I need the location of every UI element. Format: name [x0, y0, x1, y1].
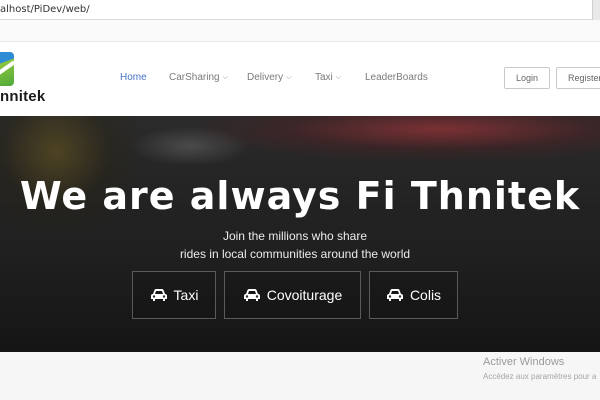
card-label: Covoiturage: [266, 287, 343, 303]
hero-subtitle: Join the millions who share: [222, 229, 368, 243]
nav-item-carsharing[interactable]: CarSharing ⌵: [169, 72, 228, 83]
register-button[interactable]: Register: [556, 67, 600, 89]
nav-item-leaderboards[interactable]: LeaderBoards: [365, 72, 428, 83]
nav-item-home[interactable]: Home: [120, 72, 147, 83]
taxi-card-button[interactable]: Taxi: [132, 271, 216, 319]
card-label: Colis: [409, 287, 442, 303]
hero-background-blur: [130, 126, 250, 166]
windows-activation-title: Activer Windows: [483, 356, 565, 368]
page-top-strip: [0, 20, 600, 42]
brand-logo-icon[interactable]: [0, 52, 14, 86]
nav-item-delivery[interactable]: Delivery ⌵: [247, 72, 291, 83]
nav-item-label: Home: [120, 72, 147, 83]
nav-item-label: LeaderBoards: [365, 72, 428, 83]
brand-name[interactable]: nnitek: [0, 88, 45, 105]
card-label: Taxi: [173, 287, 199, 303]
nav-item-label: Taxi: [315, 72, 333, 83]
chevron-down-icon: ⌵: [222, 74, 228, 81]
address-bar[interactable]: alhost/PiDev/web/: [0, 0, 600, 20]
hero-subtitle: rides in local communities around the wo…: [179, 247, 411, 261]
colis-card-button[interactable]: Colis: [369, 271, 458, 319]
covoiturage-card-button[interactable]: Covoiturage: [224, 271, 361, 319]
url-text[interactable]: alhost/PiDev/web/: [0, 4, 90, 15]
login-button[interactable]: Login: [504, 67, 550, 89]
chevron-down-icon: ⌵: [286, 74, 292, 81]
chevron-down-icon: ⌵: [335, 74, 342, 81]
hero-title: We are always Fi Thnitek: [19, 174, 581, 218]
nav-item-taxi[interactable]: Taxi ⌵: [315, 72, 341, 83]
hero-section: We are always Fi Thnitek Join the millio…: [0, 116, 600, 352]
hero-background-blur: [200, 116, 600, 160]
windows-activation-subtitle: Accédez aux paramètres pour a: [483, 372, 597, 381]
car-icon: [386, 289, 403, 301]
car-icon: [150, 289, 167, 301]
window-edge: [592, 0, 600, 20]
car-icon: [243, 289, 260, 301]
nav-item-label: Delivery: [247, 72, 284, 83]
nav-item-label: CarSharing: [169, 72, 220, 83]
